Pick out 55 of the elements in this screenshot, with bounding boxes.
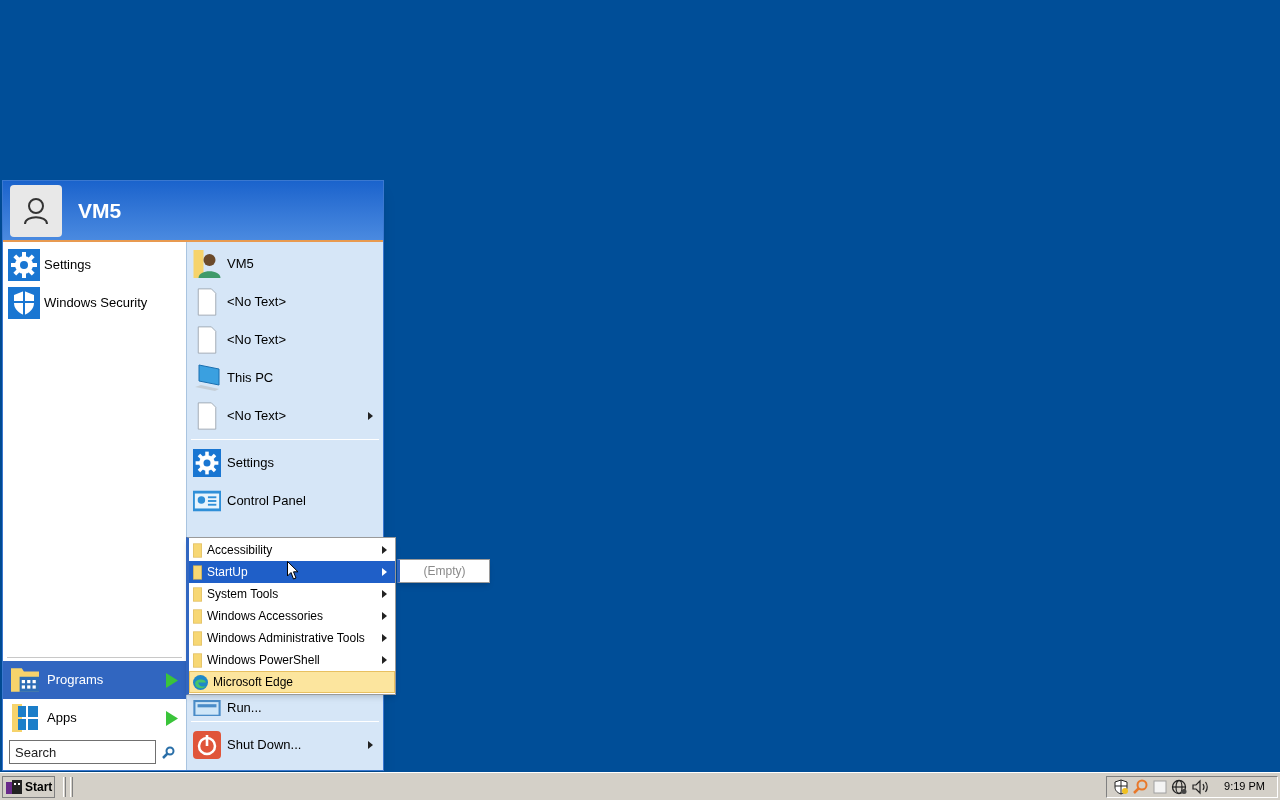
search-icon[interactable] — [162, 745, 175, 759]
power-icon — [193, 731, 221, 759]
speaker-icon[interactable] — [1192, 778, 1211, 795]
menu-item[interactable]: Control Panel — [187, 482, 383, 520]
play-arrow-icon — [166, 710, 178, 726]
menu-item[interactable]: <No Text> — [187, 283, 383, 321]
menu-item[interactable]: Settings — [187, 444, 383, 482]
folder-icon — [193, 542, 202, 558]
submenu-arrow-icon — [382, 656, 387, 664]
user-name: VM5 — [78, 197, 122, 224]
menu-item[interactable]: Run... — [187, 699, 383, 717]
submenu-item[interactable]: Windows Administrative Tools — [189, 627, 395, 649]
submenu-item[interactable]: Windows PowerShell — [189, 649, 395, 671]
start-button[interactable]: Start — [2, 775, 56, 798]
start-menu-icon — [5, 778, 23, 795]
folder-icon — [193, 652, 202, 668]
submenu-arrow-icon — [382, 590, 387, 598]
folder-icon — [193, 608, 202, 624]
search-field[interactable]: Search — [9, 740, 156, 764]
pinned-item[interactable]: Settings — [3, 246, 186, 284]
shield-icon — [8, 287, 40, 319]
globe-icon[interactable] — [1171, 778, 1189, 795]
menu-item[interactable]: Programs — [3, 661, 186, 699]
submenu-item[interactable]: StartUp — [189, 561, 395, 583]
person-icon — [23, 196, 49, 225]
gear-icon — [193, 449, 221, 477]
submenu-arrow-icon — [382, 634, 387, 642]
shield-warning-icon[interactable] — [1113, 778, 1130, 795]
submenu-item[interactable]: System Tools — [189, 583, 395, 605]
menu-item[interactable]: Shut Down... — [187, 726, 383, 764]
folder-icon — [193, 630, 202, 646]
user-folder-icon — [193, 250, 221, 278]
run-icon — [193, 699, 221, 717]
pinned-item[interactable]: Windows Security — [3, 284, 186, 322]
submenu-item[interactable]: Microsoft Edge — [189, 671, 395, 693]
clock[interactable]: 9:19 PM — [1224, 778, 1265, 795]
menu-item[interactable]: <No Text> — [187, 397, 383, 435]
folder-icon — [193, 564, 202, 580]
submenu-item[interactable]: Accessibility — [189, 539, 395, 561]
menu-item[interactable]: VM5 — [187, 245, 383, 283]
submenu-item: (Empty) — [422, 563, 467, 580]
menu-item[interactable]: Apps — [3, 699, 186, 737]
apps-icon — [11, 704, 39, 732]
menu-item[interactable]: <No Text> — [187, 321, 383, 359]
submenu-arrow-icon — [382, 568, 387, 576]
submenu-arrow-icon — [382, 612, 387, 620]
programs-folder-icon — [11, 666, 39, 694]
submenu-item[interactable]: Windows Accessories — [189, 605, 395, 627]
mouse-cursor-icon — [287, 561, 299, 580]
submenu-arrow-icon — [382, 546, 387, 554]
play-arrow-icon — [166, 672, 178, 688]
folder-icon — [193, 586, 202, 602]
edge-icon — [193, 674, 208, 690]
menu-item[interactable]: This PC — [187, 359, 383, 397]
gear-icon — [8, 249, 40, 281]
